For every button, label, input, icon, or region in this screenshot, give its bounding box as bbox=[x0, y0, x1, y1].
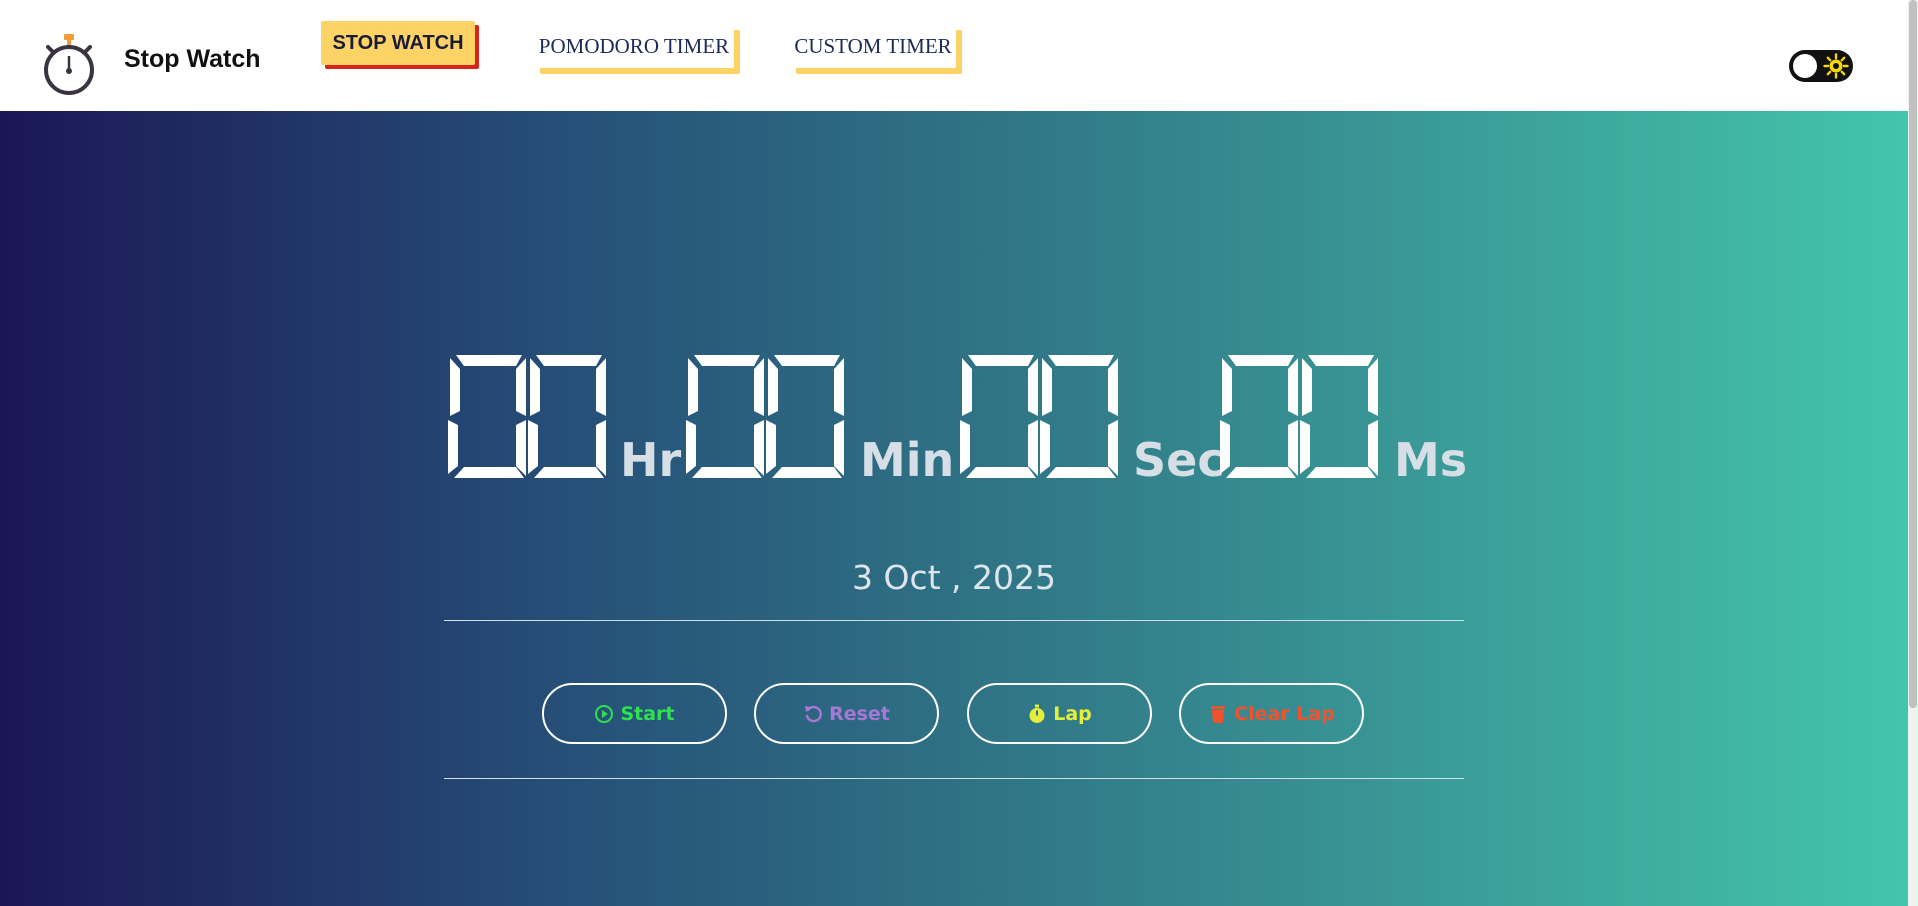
lap-button[interactable]: Lap bbox=[967, 683, 1152, 744]
minutes-value bbox=[686, 355, 844, 478]
timer-display: Hr Min Sec Ms bbox=[448, 355, 1467, 487]
scrollbar-thumb[interactable] bbox=[1909, 0, 1917, 708]
start-button[interactable]: Start bbox=[542, 683, 727, 744]
trash-icon bbox=[1211, 705, 1226, 723]
stopwatch-panel: Hr Min Sec Ms 3 Oct , 2025 Start Reset L… bbox=[0, 111, 1908, 906]
seconds-unit-label: Sec bbox=[1133, 433, 1225, 487]
current-date: 3 Oct , 2025 bbox=[852, 558, 1056, 597]
app-title: Stop Watch bbox=[124, 45, 261, 73]
reset-button[interactable]: Reset bbox=[754, 683, 939, 744]
hours-value bbox=[448, 355, 606, 478]
stopwatch-icon bbox=[1029, 704, 1045, 723]
toggle-knob bbox=[1793, 54, 1817, 78]
nav-pomodoro-timer-button[interactable]: POMODORO TIMER bbox=[534, 24, 734, 68]
stopwatch-logo-icon bbox=[44, 34, 94, 95]
clear-lap-button-label: Clear Lap bbox=[1234, 702, 1335, 725]
divider bbox=[444, 620, 1464, 621]
seconds-value bbox=[960, 355, 1118, 478]
milliseconds-unit-label: Ms bbox=[1394, 433, 1467, 487]
start-button-label: Start bbox=[620, 702, 675, 725]
milliseconds-value bbox=[1220, 355, 1378, 478]
divider bbox=[444, 778, 1464, 779]
nav-stop-watch-button[interactable]: STOP WATCH bbox=[321, 21, 475, 65]
app-header: Stop Watch STOP WATCH POMODORO TIMER CUS… bbox=[0, 0, 1908, 111]
hours-unit-label: Hr bbox=[620, 433, 681, 487]
minutes-unit-label: Min bbox=[860, 433, 954, 487]
reset-button-label: Reset bbox=[829, 702, 890, 725]
nav-custom-timer-button[interactable]: CUSTOM TIMER bbox=[790, 24, 956, 68]
vertical-scrollbar[interactable] bbox=[1908, 0, 1918, 906]
sun-icon bbox=[1823, 53, 1849, 79]
play-circle-icon bbox=[595, 704, 614, 723]
lap-button-label: Lap bbox=[1053, 702, 1092, 725]
clear-lap-button[interactable]: Clear Lap bbox=[1179, 683, 1364, 744]
theme-toggle[interactable] bbox=[1789, 50, 1853, 82]
undo-icon bbox=[805, 705, 822, 722]
